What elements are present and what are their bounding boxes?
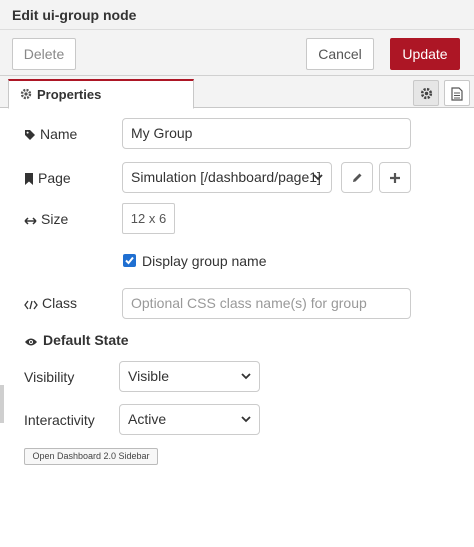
gear-icon (420, 87, 433, 100)
page-select[interactable]: Simulation [/dashboard/page1] (122, 162, 332, 193)
name-label: Name (24, 126, 77, 142)
size-button[interactable]: 12 x 6 (122, 203, 175, 234)
code-icon (24, 300, 38, 310)
resize-handle[interactable] (0, 385, 4, 423)
edit-page-button[interactable] (341, 162, 373, 193)
tab-properties-label: Properties (37, 87, 102, 102)
interactivity-select[interactable]: Active (119, 404, 260, 435)
display-group-name-checkbox[interactable] (123, 254, 136, 267)
interactivity-label: Interactivity (24, 412, 95, 428)
chevron-down-icon (241, 416, 251, 423)
interactivity-select-value: Active (128, 411, 167, 427)
class-input[interactable]: Optional CSS class name(s) for group (122, 288, 411, 319)
add-page-button[interactable] (379, 162, 411, 193)
class-label: Class (24, 295, 77, 311)
visibility-select-value: Visible (128, 368, 169, 384)
update-button[interactable]: Update (390, 38, 460, 70)
name-input[interactable]: My Group (122, 118, 411, 149)
chevron-down-icon (241, 373, 251, 380)
page-select-value: Simulation [/dashboard/page1] (131, 169, 321, 185)
docs-tab-button[interactable] (444, 80, 470, 106)
page-label: Page (24, 170, 71, 186)
tabs-bar: Properties (0, 76, 474, 109)
visibility-label: Visibility (24, 369, 75, 385)
size-label: Size (24, 211, 68, 227)
bookmark-icon (25, 173, 33, 185)
document-icon (451, 87, 463, 101)
cancel-button[interactable]: Cancel (306, 38, 374, 70)
open-dashboard-sidebar-button[interactable]: Open Dashboard 2.0 Sidebar (24, 448, 158, 465)
visibility-select[interactable]: Visible (119, 361, 260, 392)
eye-icon (25, 338, 37, 346)
chevron-down-icon (313, 174, 323, 181)
tab-properties[interactable]: Properties (8, 79, 194, 109)
tag-icon (25, 130, 35, 140)
tray-toolbar: Delete Cancel Update (0, 30, 474, 76)
default-state-heading: Default State (24, 332, 129, 348)
properties-tab-button[interactable] (413, 80, 439, 106)
tray-title: Edit ui-group node (12, 7, 137, 23)
tray-header: Edit ui-group node (0, 0, 474, 30)
gear-icon (20, 88, 32, 100)
plus-icon (390, 173, 400, 183)
delete-button[interactable]: Delete (12, 38, 76, 70)
display-group-name-label: Display group name (142, 253, 267, 269)
pencil-icon (353, 173, 362, 182)
arrows-horizontal-icon (24, 217, 37, 225)
check-icon (125, 256, 134, 265)
